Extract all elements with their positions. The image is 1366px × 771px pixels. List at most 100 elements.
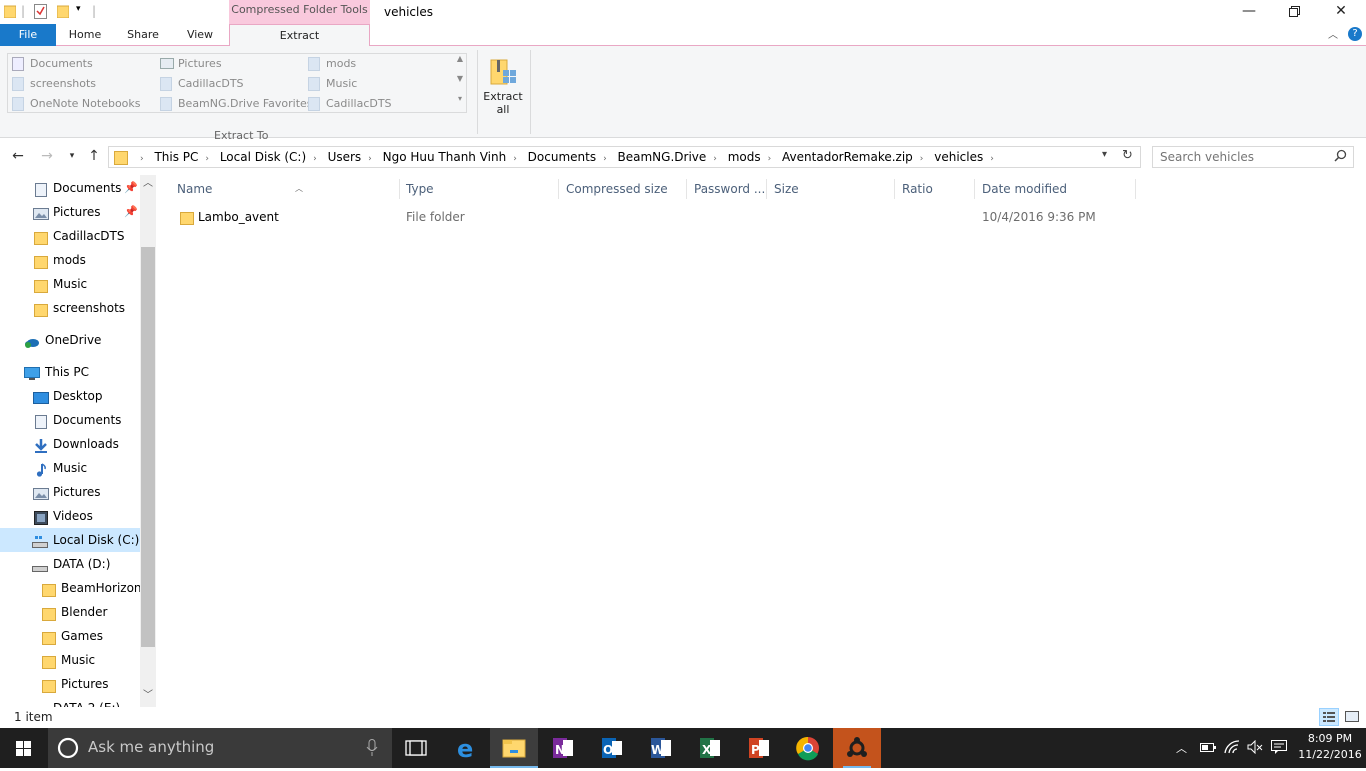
up-button[interactable]: ↑ bbox=[84, 147, 104, 167]
volume-muted-icon[interactable] bbox=[1247, 739, 1263, 757]
action-center-icon[interactable] bbox=[1271, 740, 1287, 757]
tab-extract[interactable]: Extract bbox=[229, 24, 370, 47]
microphone-icon[interactable] bbox=[366, 739, 378, 757]
chevron-right-icon[interactable]: › bbox=[600, 149, 610, 169]
column-header-type[interactable]: Type bbox=[399, 179, 559, 199]
cortana-search-input[interactable]: Ask me anything bbox=[88, 738, 214, 756]
breadcrumb-zip[interactable]: AventadorRemake.zip bbox=[778, 147, 917, 167]
column-header-name[interactable]: Name ︿ bbox=[170, 179, 400, 199]
nav-item-beamhorizon3[interactable]: BeamHorizon3 bbox=[0, 576, 149, 600]
task-view-button[interactable] bbox=[392, 728, 440, 768]
scroll-up-icon[interactable]: ︿ bbox=[140, 175, 156, 193]
taskbar-edge[interactable]: e bbox=[442, 728, 490, 768]
extract-all-button[interactable]: Extract all bbox=[480, 50, 526, 116]
nav-item-mods[interactable]: mods bbox=[0, 248, 140, 272]
extract-to-mods[interactable]: mods bbox=[308, 54, 356, 74]
nav-item-pictures-d[interactable]: Pictures bbox=[0, 672, 140, 696]
search-box[interactable] bbox=[1152, 146, 1354, 168]
clock[interactable]: 8:09 PM 11/22/2016 bbox=[1298, 731, 1362, 763]
nav-item-videos[interactable]: Videos bbox=[0, 504, 140, 528]
chevron-right-icon[interactable]: › bbox=[365, 149, 375, 169]
scrollbar-thumb[interactable] bbox=[141, 247, 155, 647]
large-icons-view-button[interactable] bbox=[1342, 708, 1362, 726]
chevron-right-icon[interactable]: › bbox=[710, 149, 720, 169]
chevron-right-icon[interactable]: › bbox=[510, 149, 520, 169]
nav-item-documents[interactable]: Documents 📌 bbox=[0, 176, 140, 200]
gallery-down-icon[interactable]: ▼ bbox=[454, 74, 466, 94]
wifi-icon[interactable] bbox=[1224, 740, 1240, 757]
search-icon[interactable] bbox=[1334, 149, 1347, 165]
chevron-right-icon[interactable]: › bbox=[917, 149, 927, 169]
taskbar-beamng[interactable] bbox=[833, 728, 881, 768]
column-header-ratio[interactable]: Ratio bbox=[895, 179, 975, 199]
qa-customize-icon[interactable]: ▾ bbox=[76, 4, 81, 14]
properties-icon[interactable] bbox=[34, 4, 47, 22]
nav-item-onedrive[interactable]: OneDrive bbox=[0, 328, 140, 352]
chevron-up-icon[interactable]: ︿ bbox=[1176, 740, 1187, 756]
taskbar-word[interactable]: W bbox=[637, 728, 685, 768]
nav-item-documents-pc[interactable]: Documents bbox=[0, 408, 140, 432]
gallery-up-icon[interactable]: ▲ bbox=[454, 54, 466, 74]
back-button[interactable]: ← bbox=[8, 147, 28, 167]
nav-scrollbar[interactable]: ︿ ﹀ bbox=[140, 175, 156, 707]
collapse-ribbon-icon[interactable]: ︿ bbox=[1328, 26, 1338, 41]
chevron-right-icon[interactable]: › bbox=[310, 149, 320, 169]
chevron-right-icon[interactable]: › bbox=[202, 149, 212, 169]
extract-to-screenshots[interactable]: screenshots bbox=[12, 74, 96, 94]
help-icon[interactable]: ? bbox=[1348, 27, 1362, 41]
taskbar-file-explorer[interactable] bbox=[490, 728, 538, 768]
chevron-down-icon[interactable]: ▾ bbox=[1102, 149, 1107, 160]
taskbar-chrome[interactable] bbox=[784, 728, 832, 768]
taskbar-outlook[interactable]: O bbox=[588, 728, 636, 768]
scroll-down-icon[interactable]: ﹀ bbox=[140, 687, 156, 705]
folder-icon[interactable] bbox=[3, 4, 17, 21]
breadcrumb-user[interactable]: Ngo Huu Thanh Vinh bbox=[379, 147, 511, 167]
breadcrumb-this-pc[interactable]: This PC bbox=[150, 147, 202, 167]
pin-icon[interactable]: 📌 bbox=[124, 200, 138, 224]
start-button[interactable] bbox=[0, 728, 48, 768]
restore-button[interactable] bbox=[1272, 0, 1318, 24]
breadcrumb-mods[interactable]: mods bbox=[724, 147, 765, 167]
new-folder-icon[interactable] bbox=[56, 4, 70, 21]
nav-item-music[interactable]: Music bbox=[0, 272, 140, 296]
chevron-right-icon[interactable]: › bbox=[987, 149, 997, 169]
extract-to-cadillacdts[interactable]: CadillacDTS bbox=[160, 74, 244, 94]
gallery-expand-icon[interactable]: ▾ bbox=[454, 94, 466, 114]
file-name[interactable]: Lambo_avent bbox=[198, 205, 279, 229]
breadcrumb-beamng[interactable]: BeamNG.Drive bbox=[614, 147, 711, 167]
nav-item-desktop[interactable]: Desktop bbox=[0, 384, 140, 408]
extract-to-beamng-favorites[interactable]: BeamNG.Drive Favorites bbox=[160, 94, 313, 114]
search-input[interactable] bbox=[1153, 147, 1323, 167]
nav-item-data-d[interactable]: DATA (D:) bbox=[0, 552, 140, 576]
breadcrumb-local-disk[interactable]: Local Disk (C:) bbox=[216, 147, 310, 167]
nav-item-local-disk-c[interactable]: Local Disk (C:) bbox=[0, 528, 140, 552]
nav-item-blender[interactable]: Blender bbox=[0, 600, 140, 624]
taskbar-excel[interactable]: X bbox=[686, 728, 734, 768]
extract-to-documents[interactable]: Documents bbox=[12, 54, 93, 74]
column-header-compressed-size[interactable]: Compressed size bbox=[559, 179, 687, 199]
column-header-password[interactable]: Password ... bbox=[687, 179, 767, 199]
chevron-right-icon[interactable]: › bbox=[765, 149, 775, 169]
taskbar-powerpoint[interactable]: P bbox=[735, 728, 783, 768]
pin-icon[interactable]: 📌 bbox=[124, 176, 138, 200]
cortana-search[interactable]: Ask me anything bbox=[48, 728, 392, 768]
nav-item-this-pc[interactable]: This PC bbox=[0, 360, 140, 384]
tab-view[interactable]: View bbox=[176, 24, 224, 46]
breadcrumb-users[interactable]: Users bbox=[324, 147, 366, 167]
nav-item-pictures-pc[interactable]: Pictures bbox=[0, 480, 140, 504]
table-row[interactable]: Lambo_avent File folder 10/4/2016 9:36 P… bbox=[170, 205, 1136, 229]
extract-to-pictures[interactable]: Pictures bbox=[160, 54, 222, 74]
recent-locations-button[interactable]: ▾ bbox=[62, 147, 82, 167]
breadcrumb-documents[interactable]: Documents bbox=[524, 147, 600, 167]
extract-to-cadillacdts-2[interactable]: CadillacDTS bbox=[308, 94, 392, 114]
address-bar[interactable]: › This PC › Local Disk (C:) › Users › Ngo H… bbox=[108, 146, 1141, 168]
refresh-icon[interactable]: ↻ bbox=[1122, 148, 1133, 163]
extract-to-onenote-notebooks[interactable]: OneNote Notebooks bbox=[12, 94, 141, 114]
nav-item-pictures[interactable]: Pictures 📌 bbox=[0, 200, 140, 224]
tab-home[interactable]: Home bbox=[60, 24, 110, 46]
column-header-size[interactable]: Size bbox=[767, 179, 895, 199]
nav-item-data-e[interactable]: DATA 2 (E:) bbox=[0, 696, 140, 707]
nav-item-music-pc[interactable]: Music bbox=[0, 456, 140, 480]
minimize-button[interactable]: — bbox=[1226, 0, 1272, 24]
column-header-date-modified[interactable]: Date modified bbox=[975, 179, 1136, 199]
